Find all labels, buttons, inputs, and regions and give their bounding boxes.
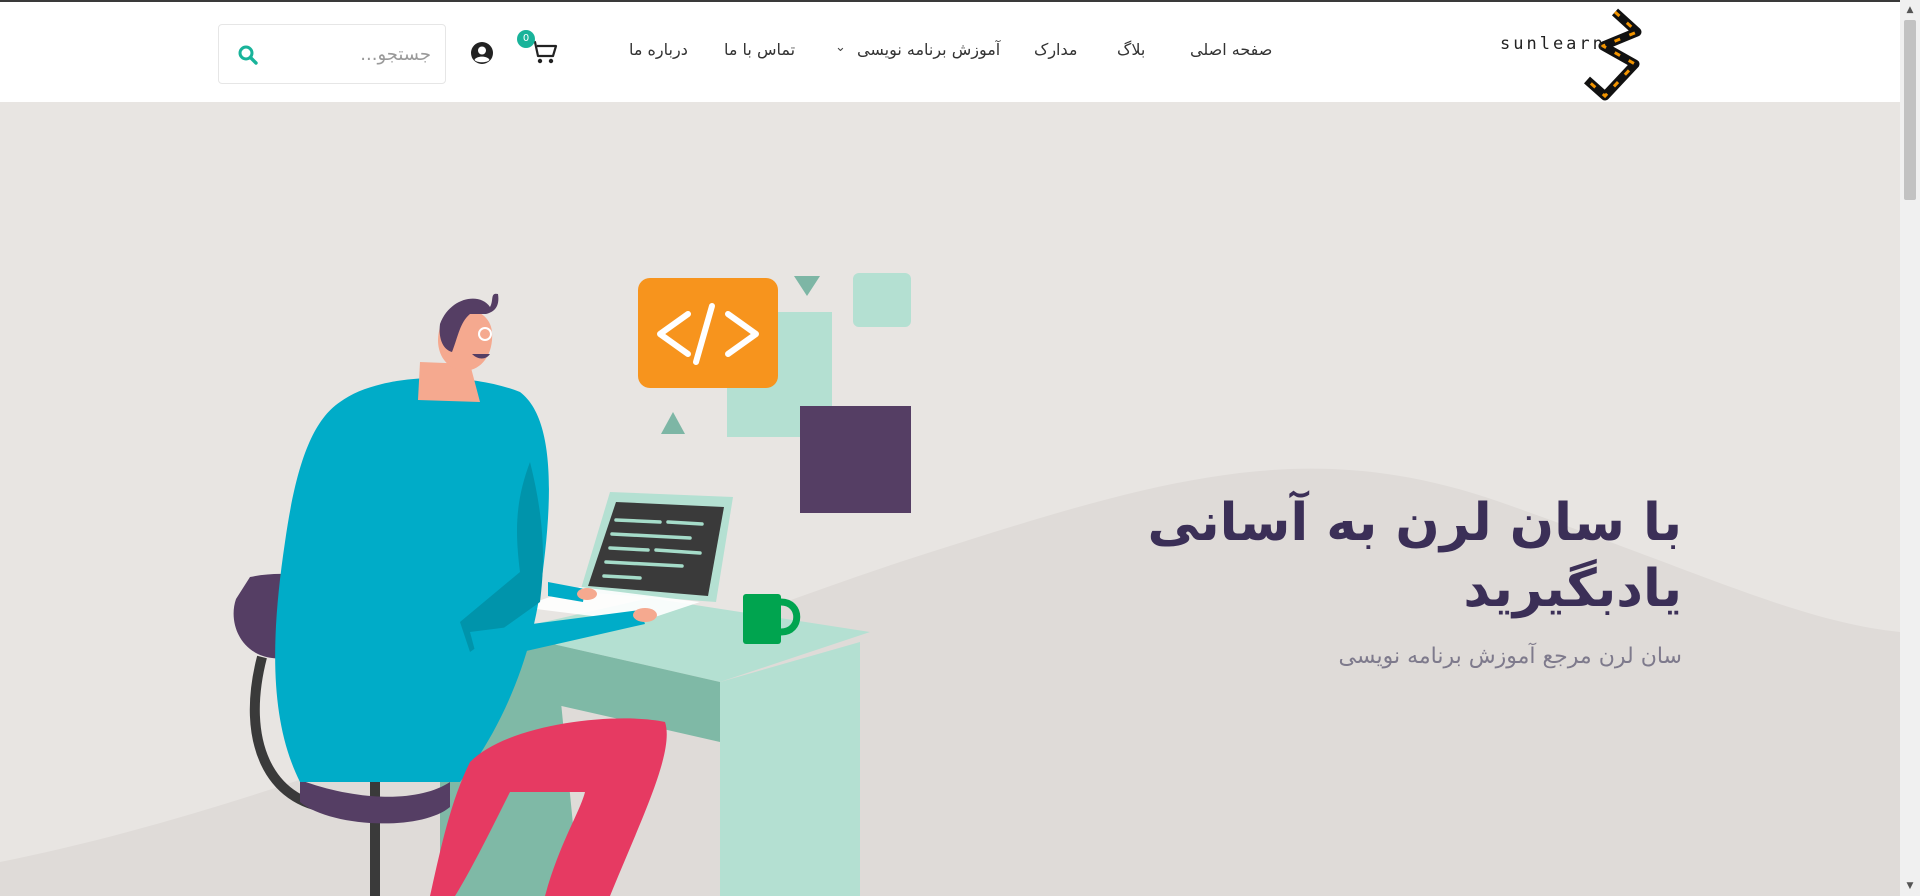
scrollbar-thumb[interactable]: [1904, 20, 1916, 200]
search-icon[interactable]: [237, 44, 259, 66]
chevron-down-icon[interactable]: ⌄: [835, 40, 846, 55]
nav-home[interactable]: صفحه اصلی: [1190, 40, 1272, 59]
logo-wordmark: sunlearn: [1500, 34, 1606, 54]
nav-blog[interactable]: بلاگ: [1117, 40, 1145, 59]
nav-contact[interactable]: تماس با ما: [724, 40, 795, 59]
hero-title-line-1: با سان لرن به آسانی: [1147, 493, 1682, 553]
scroll-down-arrow-icon[interactable]: ▼: [1900, 878, 1920, 894]
hero-title-line-2: یادبگیرید: [1463, 559, 1682, 619]
nav-programming[interactable]: آموزش برنامه نویسی: [857, 40, 1000, 59]
code-badge: [638, 278, 778, 388]
hero-section: با سان لرن به آسانی یادبگیرید سان لرن مر…: [0, 102, 1900, 896]
nav-certificates[interactable]: مدارک: [1034, 40, 1077, 59]
nav-about[interactable]: درباره ما: [629, 40, 688, 59]
hero-title: با سان لرن به آسانی یادبگیرید: [1100, 490, 1682, 622]
search-input[interactable]: [269, 37, 433, 71]
scroll-up-arrow-icon[interactable]: ▲: [1900, 2, 1920, 18]
search-box: [218, 24, 446, 84]
site-header: sunlearn صفحه اصلی بلاگ مدارک آموزش برنا…: [0, 2, 1900, 102]
page-scrollbar[interactable]: ▲ ▼: [1900, 0, 1920, 896]
hero-subtitle: سان لرن مرجع آموزش برنامه نویسی: [1338, 644, 1682, 669]
sunlearn-logo[interactable]: [1495, 6, 1645, 102]
user-account-icon[interactable]: [470, 41, 494, 65]
cart-count-badge: 0: [517, 30, 535, 48]
